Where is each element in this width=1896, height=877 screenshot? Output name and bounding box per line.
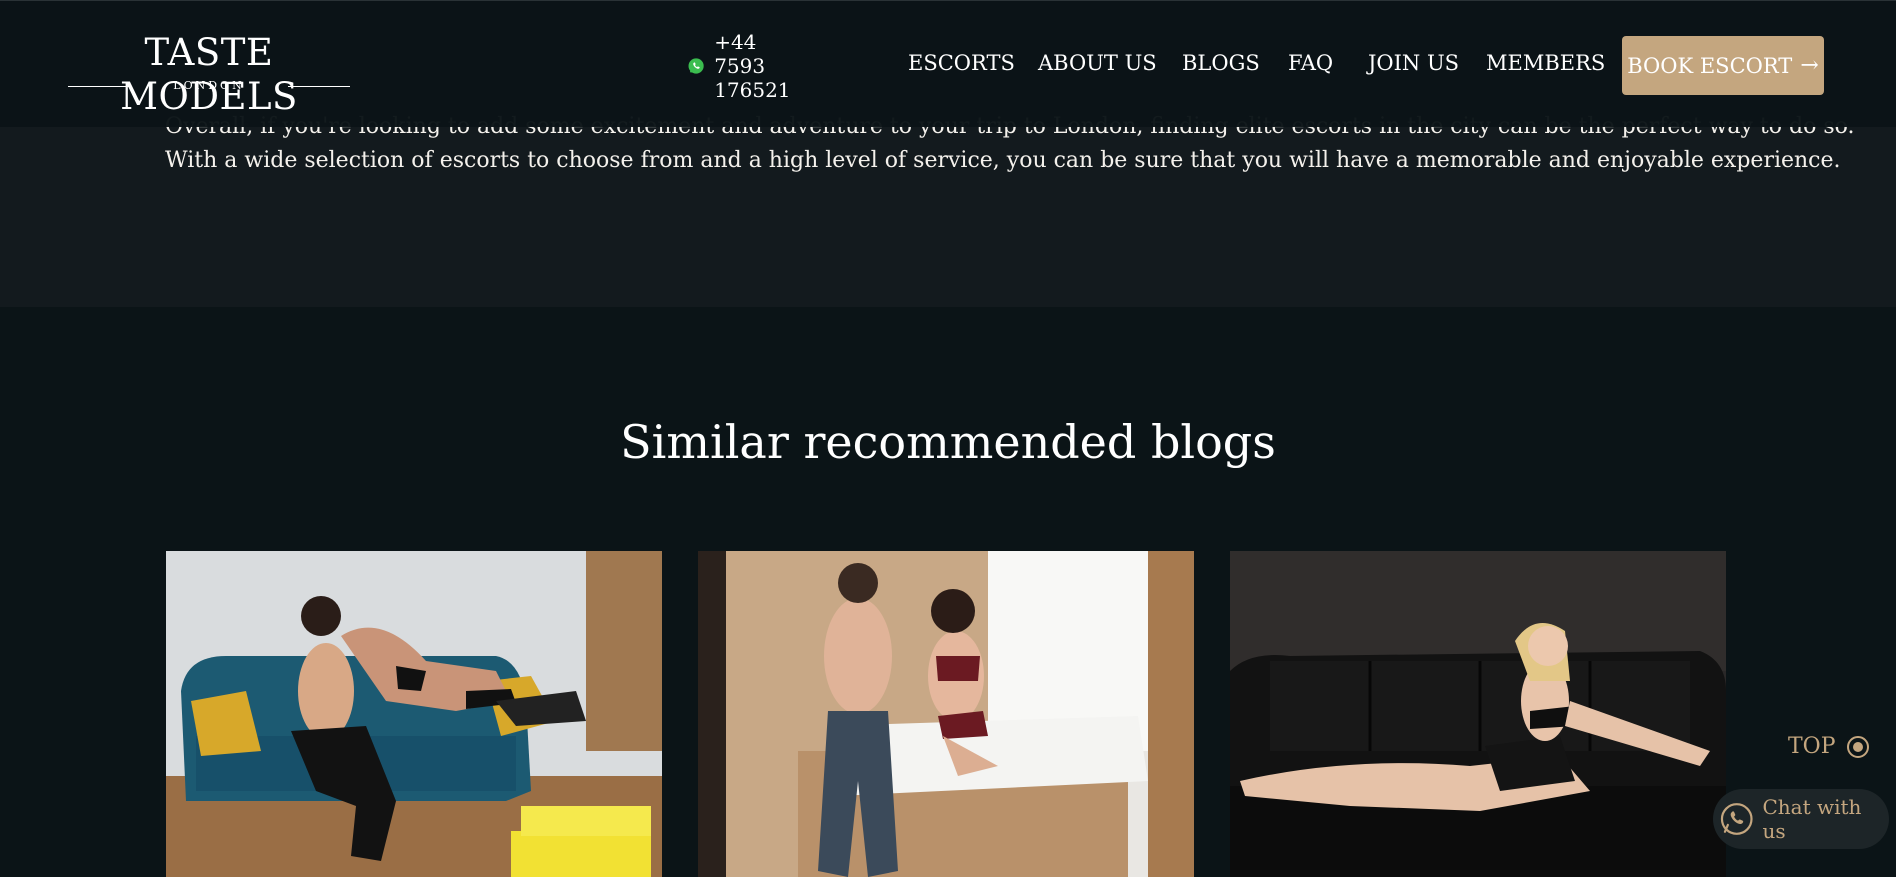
nav-blogs[interactable]: BLOGS: [1182, 51, 1260, 75]
article-paragraph-line: With a wide selection of escorts to choo…: [165, 148, 1841, 173]
blog-card-image: [1230, 551, 1726, 877]
nav-members[interactable]: MEMBERS: [1486, 51, 1605, 75]
logo-divider: [288, 86, 350, 87]
book-escort-button[interactable]: BOOK ESCORT →: [1622, 36, 1824, 95]
logo-title: TASTE MODELS: [120, 31, 298, 118]
nav-join-us[interactable]: JOIN US: [1368, 51, 1459, 75]
whatsapp-icon: [1720, 803, 1753, 835]
site-header: TASTE MODELS LONDON +44 7593 176521 ESCO…: [0, 0, 1896, 127]
target-icon: [1846, 735, 1869, 758]
nav-faq[interactable]: FAQ: [1288, 51, 1333, 75]
chat-with-us-button[interactable]: Chat with us: [1713, 789, 1889, 849]
blog-card-image: [698, 551, 1194, 877]
logo[interactable]: TASTE MODELS LONDON: [68, 31, 350, 118]
blog-card[interactable]: [166, 551, 662, 877]
arrow-right-icon: →: [1800, 53, 1819, 78]
blog-card[interactable]: [698, 551, 1194, 877]
phone-number: +44 7593 176521: [714, 30, 791, 102]
nav-about-us[interactable]: ABOUT US: [1038, 51, 1157, 75]
back-to-top-button[interactable]: TOP: [1788, 734, 1870, 759]
blog-card[interactable]: [1230, 551, 1726, 877]
book-escort-label: BOOK ESCORT: [1627, 53, 1793, 78]
section-title: Similar recommended blogs: [620, 415, 1276, 469]
nav-escorts[interactable]: ESCORTS: [908, 51, 1015, 75]
back-to-top-label: TOP: [1788, 734, 1836, 759]
whatsapp-icon: [688, 58, 704, 74]
phone-link[interactable]: +44 7593 176521: [688, 30, 806, 102]
blog-card-image: [166, 551, 662, 877]
chat-with-us-label: Chat with us: [1762, 795, 1862, 843]
